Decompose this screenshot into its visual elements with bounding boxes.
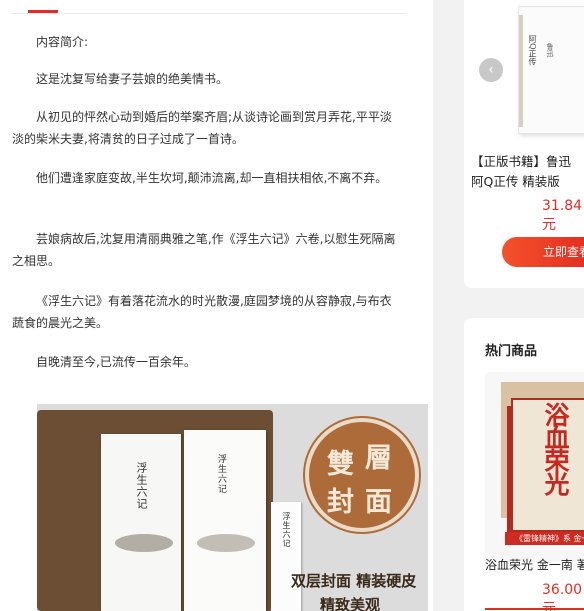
section-heading: 热门商品 (485, 344, 538, 359)
product-cover-image[interactable]: 阿Q正传 鲁迅 (518, 6, 584, 134)
book-title-text: 浮生六记 (135, 462, 148, 510)
product-title-line: 阿Q正传 精装版 (471, 174, 560, 189)
description-paragraph: 这是沈复写给妻子芸娘的绝美情书。 (36, 72, 229, 86)
promo-caption-line1: 双层封面 精装硬皮 (291, 572, 417, 590)
related-product-card[interactable]: ‹ 阿Q正传 鲁迅 【正版书籍】鲁迅 阿Q正传 精装版 31.84元 立即查看 (464, 0, 584, 288)
hot-product-price: 36.00元 (542, 582, 583, 611)
product-promo-image: 浮生六记 浮生六记 浮生六记 雙 層 封 面 双层封面 精装硬皮 精致美观 (37, 404, 428, 611)
chevron-left-icon[interactable]: ‹ (479, 58, 503, 82)
cover-banner: 《雷锋精神》系 金一南 (505, 532, 584, 545)
bookmark-text: 浮生六记 (282, 512, 291, 548)
view-now-button[interactable]: 立即查看 (502, 237, 584, 267)
cover-title: 阿Q正传 (528, 35, 537, 66)
product-price: 31.84元 (542, 198, 583, 233)
product-detail-panel: 内容简介: 这是沈复写给妻子芸娘的绝美情书。 从初见的怦然心动到婚后的举案齐眉;… (0, 0, 433, 611)
description-paragraph: 芸娘病故后,沈复用清丽典雅之笔,作《浮生六记》六卷,以慰生死隔离之相思。 (12, 232, 396, 268)
ink-landscape (115, 534, 173, 552)
tab-divider (12, 13, 406, 14)
description-heading: 内容简介: (36, 35, 89, 49)
book-cover-front (101, 434, 181, 611)
hot-product-name[interactable]: 浴血荣光 金一南 著 (485, 556, 584, 573)
product-title-line: 【正版书籍】鲁迅 (471, 154, 572, 169)
accent-bar (485, 608, 584, 610)
cover-author: 鲁迅 (546, 43, 554, 57)
description-paragraph: 《浮生六记》有着落花流水的时光散漫,庭园梦境的从容静寂,与布衣蔬食的晨光之美。 (12, 294, 392, 330)
promo-caption-line2: 精致美观 (320, 596, 381, 611)
description-paragraph: 从初见的怦然心动到婚后的举案齐眉;从谈诗论画到赏月弄花,平平淡淡的柴米夫妻,将清… (12, 110, 392, 146)
cover-title: 浴血荣光 (541, 402, 570, 494)
seal-char: 封 (327, 487, 354, 518)
book-title-small: 浮生六记 (216, 454, 226, 494)
seal-char: 層 (365, 443, 392, 474)
product-title[interactable]: 【正版书籍】鲁迅 阿Q正传 精装版 (471, 152, 584, 192)
ink-landscape (197, 534, 255, 552)
hot-products-card: 热门商品 浴血荣光 《雷锋精神》系 金一南 浴血荣光 金一南 著 36.00元 (464, 318, 584, 611)
description-paragraph: 他们遭逢家庭变故,半生坎坷,颠沛流离,却一直相扶相依,不离不弃。 (36, 171, 388, 185)
banner-text: 《雷锋精神》系 金一南 (515, 534, 584, 543)
description-paragraph: 自晚清至今,已流传一百余年。 (36, 355, 196, 369)
double-cover-seal: 雙 層 封 面 (305, 418, 419, 532)
seal-char: 雙 (327, 449, 354, 480)
hot-product-image[interactable]: 浴血荣光 《雷锋精神》系 金一南 (485, 372, 584, 562)
seal-char: 面 (365, 487, 392, 518)
cover-stripe (519, 15, 523, 127)
